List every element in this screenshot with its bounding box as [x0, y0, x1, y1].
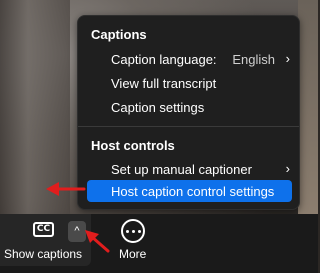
- menu-divider: [78, 126, 299, 127]
- caption-language-label: Caption language:: [111, 52, 217, 67]
- host-caption-control-settings-label: Host caption control settings: [111, 184, 275, 199]
- set-up-manual-captioner-label: Set up manual captioner: [111, 162, 252, 177]
- show-captions-label: Show captions: [4, 247, 83, 261]
- caption-language-value: English: [232, 52, 275, 67]
- video-background-right: [298, 0, 318, 220]
- chevron-right-icon: ›: [285, 161, 290, 176]
- annotation-arrow-caret: [85, 230, 110, 253]
- view-full-transcript-item[interactable]: View full transcript: [111, 76, 216, 91]
- host-controls-section-header: Host controls: [91, 138, 175, 153]
- annotation-arrow-menu: [46, 182, 86, 196]
- captions-menu: Captions Caption language: English › Vie…: [77, 15, 300, 210]
- caption-settings-item[interactable]: Caption settings: [111, 100, 204, 115]
- more-icon[interactable]: [121, 219, 145, 243]
- more-label: More: [119, 247, 147, 261]
- captions-section-header: Captions: [91, 27, 147, 42]
- closed-captions-icon: CC: [33, 222, 54, 237]
- chevron-right-icon: ›: [285, 51, 290, 66]
